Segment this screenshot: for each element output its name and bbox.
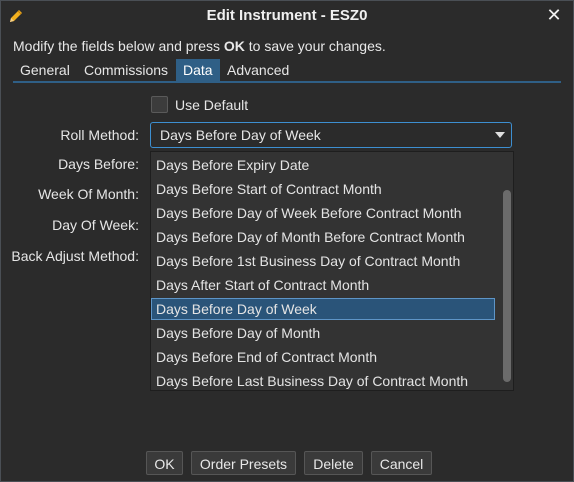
roll-method-select[interactable]: Days Before Day of Week bbox=[150, 122, 512, 148]
tab-underline bbox=[13, 81, 561, 83]
instructions-text: Modify the fields below and press OK to … bbox=[13, 38, 386, 54]
delete-button[interactable]: Delete bbox=[304, 451, 363, 475]
instructions-ok: OK bbox=[223, 38, 245, 54]
roll-method-label: Roll Method: bbox=[60, 127, 139, 143]
close-icon[interactable]: ✕ bbox=[545, 5, 563, 25]
dropdown-option-selected[interactable]: Days Before Day of Week bbox=[151, 298, 495, 320]
days-before-label: Days Before: bbox=[58, 156, 139, 172]
dropdown-option[interactable]: Days Before Expiry Date bbox=[151, 154, 495, 176]
tab-commissions[interactable]: Commissions bbox=[77, 59, 175, 81]
dropdown-scrollbar[interactable] bbox=[503, 190, 511, 382]
roll-method-dropdown-list: Days Before Expiry Date Days Before Star… bbox=[150, 151, 514, 391]
tab-advanced[interactable]: Advanced bbox=[220, 59, 296, 81]
roll-method-value: Days Before Day of Week bbox=[160, 127, 321, 143]
window-title: Edit Instrument - ESZ0 bbox=[206, 7, 368, 24]
use-default-label[interactable]: Use Default bbox=[175, 97, 248, 113]
dropdown-option[interactable]: Days Before Last Business Day of Contrac… bbox=[151, 370, 495, 390]
dropdown-option[interactable]: Days Before Start of Contract Month bbox=[151, 178, 495, 200]
dropdown-option[interactable]: Days After Start of Contract Month bbox=[151, 274, 495, 296]
dropdown-option[interactable]: Days Before 1st Business Day of Contract… bbox=[151, 250, 495, 272]
dropdown-option[interactable]: Days Before Day of Month bbox=[151, 322, 495, 344]
title-bar: Edit Instrument - ESZ0 ✕ bbox=[1, 1, 573, 31]
instructions-prefix: Modify the fields below and press bbox=[13, 38, 224, 54]
dropdown-option[interactable]: Days Before Day of Week Before Contract … bbox=[151, 202, 495, 224]
order-presets-button[interactable]: Order Presets bbox=[191, 451, 296, 475]
tab-general[interactable]: General bbox=[13, 59, 77, 81]
edit-instrument-dialog: Edit Instrument - ESZ0 ✕ Modify the fiel… bbox=[0, 0, 574, 482]
tab-data[interactable]: Data bbox=[176, 59, 220, 81]
use-default-checkbox[interactable] bbox=[151, 96, 168, 113]
day-of-week-label: Day Of Week: bbox=[52, 217, 139, 233]
cancel-button[interactable]: Cancel bbox=[371, 451, 432, 475]
dropdown-option[interactable]: Days Before Day of Month Before Contract… bbox=[151, 226, 495, 248]
instructions-suffix: to save your changes. bbox=[244, 38, 386, 54]
ok-button[interactable]: OK bbox=[146, 451, 183, 475]
back-adjust-method-label: Back Adjust Method: bbox=[11, 248, 139, 264]
chevron-down-icon[interactable] bbox=[495, 132, 505, 138]
week-of-month-label: Week Of Month: bbox=[38, 186, 139, 202]
dropdown-option[interactable]: Days Before End of Contract Month bbox=[151, 346, 495, 368]
